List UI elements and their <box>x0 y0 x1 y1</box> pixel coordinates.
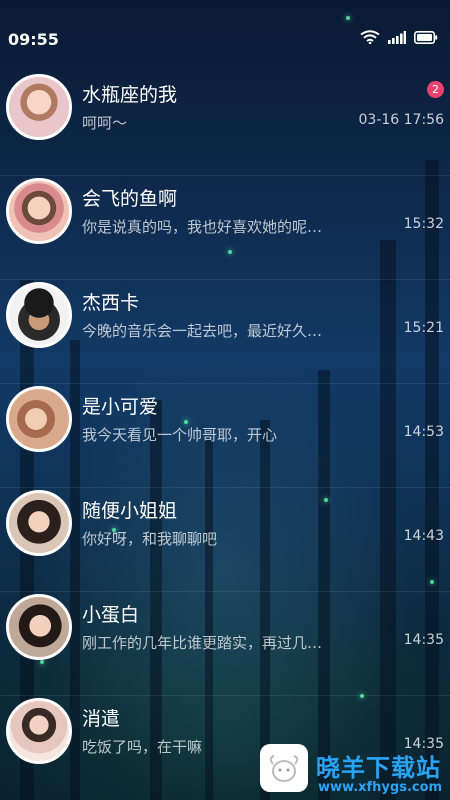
avatar[interactable] <box>6 282 72 348</box>
unread-badge: 2 <box>427 81 444 98</box>
chat-item[interactable]: 是小可爱 我今天看见一个帅哥耶，开心 14:53 <box>0 384 450 488</box>
contact-name: 随便小姐姐 <box>82 500 178 522</box>
avatar[interactable] <box>6 594 72 660</box>
status-time: 09:55 <box>8 30 59 49</box>
watermark-url: www.xfhygs.com <box>318 780 443 795</box>
message-preview: 你好呀，和我聊聊吧 <box>82 530 218 548</box>
sheep-logo-icon <box>260 744 308 792</box>
message-time: 15:32 <box>403 216 444 232</box>
message-preview: 今晚的音乐会一起去吧，最近好久… <box>82 322 323 340</box>
battery-icon <box>414 30 438 44</box>
wifi-icon <box>360 30 380 44</box>
chat-item[interactable]: 随便小姐姐 你好呀，和我聊聊吧 14:43 <box>0 488 450 592</box>
message-time: 14:53 <box>403 424 444 440</box>
message-preview: 吃饭了吗，在干嘛 <box>82 738 203 756</box>
status-icons <box>360 30 438 44</box>
signal-icon <box>388 30 406 44</box>
contact-name: 杰西卡 <box>82 292 140 314</box>
chat-item[interactable]: 杰西卡 今晚的音乐会一起去吧，最近好久… 15:21 <box>0 280 450 384</box>
watermark-title: 晓羊下载站 <box>316 754 441 782</box>
message-time: 15:21 <box>403 320 444 336</box>
avatar[interactable] <box>6 386 72 452</box>
avatar[interactable] <box>6 698 72 764</box>
chat-item[interactable]: 小蛋白 刚工作的几年比谁更踏实，再过几… 14:35 <box>0 592 450 696</box>
chat-item[interactable]: 会飞的鱼啊 你是说真的吗，我也好喜欢她的呢… 15:32 <box>0 176 450 280</box>
contact-name: 会飞的鱼啊 <box>82 188 178 210</box>
message-time: 14:35 <box>403 632 444 648</box>
avatar[interactable] <box>6 74 72 140</box>
message-time: 14:43 <box>403 528 444 544</box>
status-bar: 09:55 <box>0 0 450 72</box>
message-preview: 呵呵～ <box>82 114 128 132</box>
contact-name: 水瓶座的我 <box>82 84 178 106</box>
contact-name: 消遣 <box>82 708 121 730</box>
message-preview: 刚工作的几年比谁更踏实，再过几… <box>82 634 323 652</box>
message-preview: 我今天看见一个帅哥耶，开心 <box>82 426 278 444</box>
avatar[interactable] <box>6 490 72 556</box>
contact-name: 是小可爱 <box>82 396 159 418</box>
site-watermark: 晓羊下载站 www.xfhygs.com <box>258 744 450 800</box>
message-preview: 你是说真的吗，我也好喜欢她的呢… <box>82 218 323 236</box>
contact-name: 小蛋白 <box>82 604 140 626</box>
avatar[interactable] <box>6 178 72 244</box>
message-time: 03-16 17:56 <box>358 112 444 128</box>
chat-item[interactable]: 水瓶座的我 2 呵呵～ 03-16 17:56 <box>0 72 450 176</box>
